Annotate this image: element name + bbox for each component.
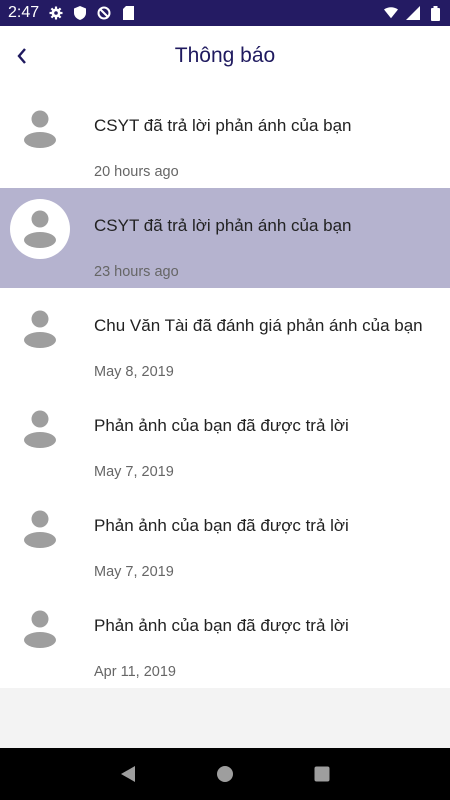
triangle-back-icon	[121, 766, 136, 782]
notification-item[interactable]: Chu Văn Tài đã đánh giá phản ánh của bạn…	[0, 288, 450, 388]
notification-item[interactable]: Phản ảnh của bạn đã được trả lời May 7, …	[0, 388, 450, 488]
user-avatar-icon	[24, 510, 56, 548]
gear-icon	[49, 6, 63, 20]
user-avatar-icon	[24, 410, 56, 448]
notification-item[interactable]: Phản ảnh của bạn đã được trả lời Apr 11,…	[0, 588, 450, 688]
status-icons-left	[49, 6, 135, 20]
nav-back-button[interactable]	[116, 762, 140, 786]
notification-title: Phản ảnh của bạn đã được trả lời	[94, 616, 349, 635]
shield-icon	[73, 6, 87, 20]
battery-icon	[428, 5, 442, 21]
notification-item[interactable]: Phản ảnh của bạn đã được trả lời May 7, …	[0, 488, 450, 588]
status-time: 2:47	[8, 4, 40, 21]
avatar	[10, 299, 70, 359]
notification-time: Apr 11, 2019	[94, 664, 176, 680]
nav-recents-button[interactable]	[310, 762, 334, 786]
signal-icon	[406, 6, 420, 20]
wifi-icon	[384, 6, 398, 20]
notification-item-selected[interactable]: CSYT đã trả lời phản ánh của bạn 23 hour…	[0, 188, 450, 288]
user-avatar-icon	[24, 310, 56, 348]
notification-title: Phản ảnh của bạn đã được trả lời	[94, 416, 349, 435]
avatar	[10, 99, 70, 159]
notification-time: 23 hours ago	[94, 264, 179, 280]
user-avatar-icon	[24, 610, 56, 648]
notification-title: Phản ảnh của bạn đã được trả lời	[94, 516, 349, 535]
sd-card-icon	[121, 6, 135, 20]
status-bar: 2:47	[0, 0, 450, 26]
square-recents-icon	[314, 766, 330, 782]
nav-home-button[interactable]	[213, 762, 237, 786]
notification-time: May 8, 2019	[94, 364, 174, 380]
notification-list: CSYT đã trả lời phản ánh của bạn 20 hour…	[0, 88, 450, 688]
notification-time: May 7, 2019	[94, 564, 174, 580]
notification-title: CSYT đã trả lời phản ánh của bạn	[94, 116, 352, 135]
notification-time: May 7, 2019	[94, 464, 174, 480]
notification-title: Chu Văn Tài đã đánh giá phản ánh của bạn	[94, 316, 423, 335]
avatar	[10, 499, 70, 559]
user-avatar-icon	[24, 110, 56, 148]
notification-title: CSYT đã trả lời phản ánh của bạn	[94, 216, 352, 235]
avatar	[10, 599, 70, 659]
system-nav-bar	[0, 748, 450, 800]
user-avatar-icon	[24, 210, 56, 248]
notification-time: 20 hours ago	[94, 164, 179, 180]
app-bar: Thông báo	[0, 26, 450, 88]
page-title: Thông báo	[174, 44, 276, 67]
status-icons-right	[384, 5, 442, 21]
avatar	[10, 199, 70, 259]
blocked-circle-icon	[97, 6, 111, 20]
avatar	[10, 399, 70, 459]
notification-item[interactable]: CSYT đã trả lời phản ánh của bạn 20 hour…	[0, 88, 450, 188]
circle-home-icon	[216, 766, 233, 782]
